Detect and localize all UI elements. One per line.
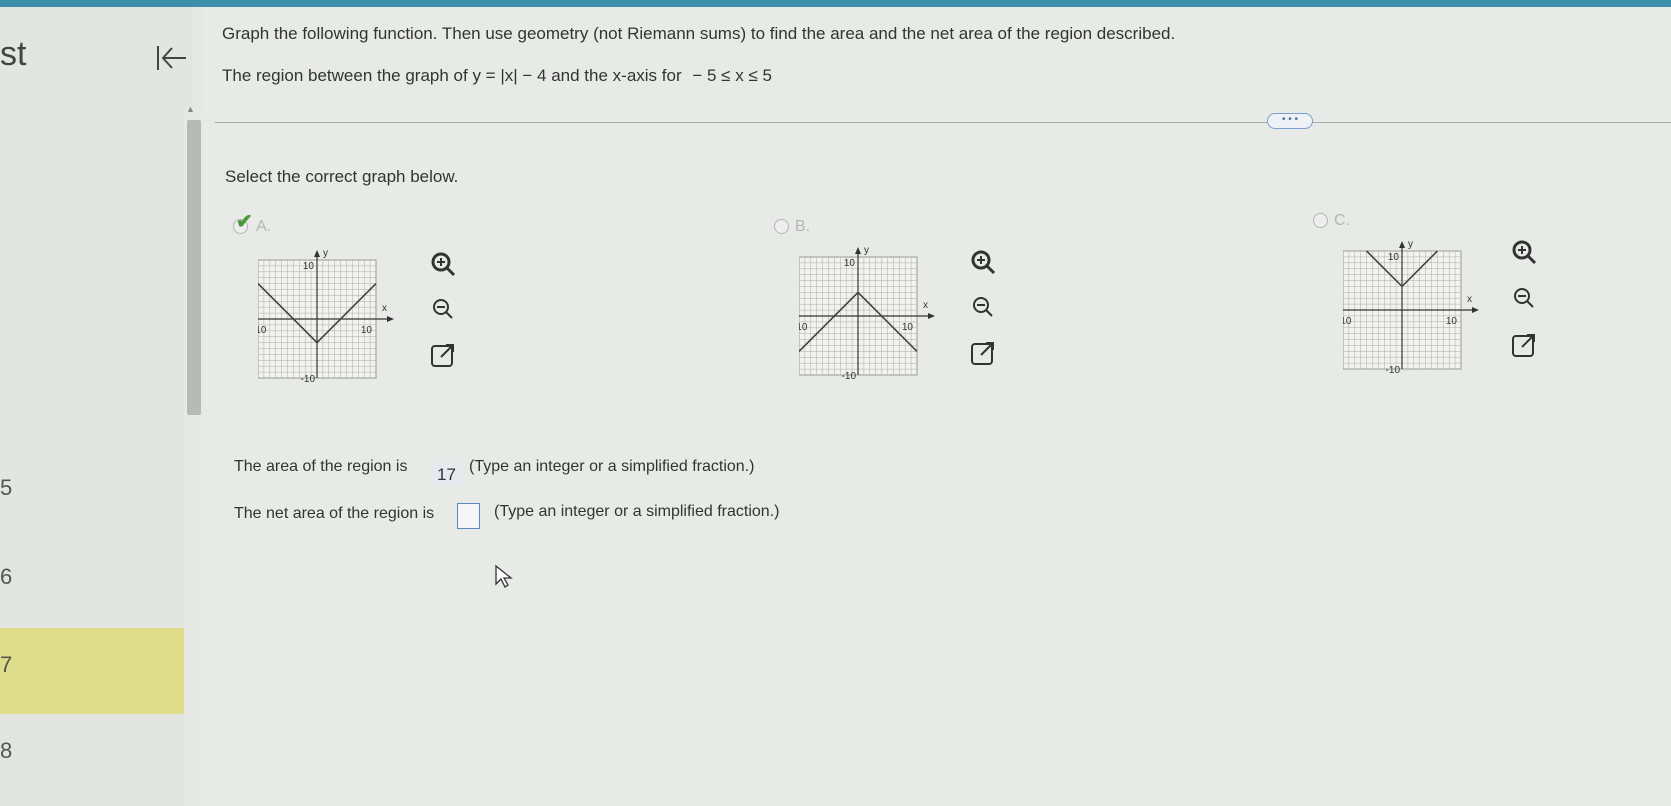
question-number-7[interactable]: 7 [0,652,12,678]
question-number-8[interactable]: 8 [0,738,12,764]
y-axis-label: y [864,247,869,256]
option-c-label[interactable]: C. [1334,212,1350,230]
top-accent-bar [0,0,1671,7]
graph-option-b[interactable]: y x 10 -10 -10 10 [799,247,959,397]
selected-check-icon: ✔ [236,211,253,233]
more-options-button[interactable]: • • • [1267,113,1313,129]
net-area-hint: (Type an integer or a simplified fractio… [494,503,780,520]
area-prefix: The area of the region is [234,458,408,475]
zoom-in-icon[interactable] [428,250,458,280]
select-prompt: Select the correct graph below. [225,167,459,186]
net-area-input[interactable] [457,503,480,529]
question-number-5[interactable]: 5 [0,475,12,501]
y-axis-arrow [314,250,320,257]
mouse-pointer-icon [494,564,516,595]
x-axis-arrow [928,313,935,319]
y-tick-bottom: -10 [301,374,316,385]
x-tick-left: -10 [258,325,267,336]
graph-option-a[interactable]: y x 10 -10 -10 10 [258,250,418,400]
region-description: The region between the graph of y = |x| … [222,66,772,86]
x-axis-label: x [382,303,387,314]
area-hint: (Type an integer or a simplified fractio… [469,458,755,475]
section-divider [215,122,1671,123]
option-a-label[interactable]: A. [256,218,271,236]
question-instruction: Graph the following function. Then use g… [222,24,1176,43]
open-external-icon[interactable] [1509,330,1539,360]
y-tick-top: 10 [844,258,856,269]
open-external-icon[interactable] [428,340,458,370]
y-axis-arrow [1399,241,1405,248]
zoom-out-icon[interactable] [1509,284,1539,314]
question-list-panel: st 5 6 7 8 [0,7,192,806]
x-tick-left: -10 [799,322,808,333]
y-tick-top: 10 [303,261,315,272]
x-tick-left: -10 [1343,316,1352,327]
y-axis-label: y [1408,241,1413,250]
zoom-in-icon[interactable] [968,248,998,278]
scroll-up-arrow-icon[interactable]: ▲ [186,104,195,114]
question-number-6[interactable]: 6 [0,564,12,590]
y-tick-bottom: -10 [842,371,857,382]
option-b-label[interactable]: B. [795,218,810,236]
x-axis-arrow [387,316,394,322]
x-axis-label: x [1467,294,1472,305]
net-area-prefix: The net area of the region is [234,505,435,522]
question-pane [203,7,1671,806]
x-tick-right: 10 [1446,316,1458,327]
y-tick-bottom: -10 [1386,365,1401,376]
radio-option-c[interactable] [1313,213,1328,228]
open-external-icon[interactable] [968,338,998,368]
scrollbar-thumb[interactable] [187,120,201,415]
x-axis-arrow [1472,307,1479,313]
zoom-in-icon[interactable] [1509,238,1539,268]
y-tick-top: 10 [1388,252,1400,263]
radio-option-b[interactable] [774,219,789,234]
x-axis-label: x [923,300,928,311]
collapse-panel-icon[interactable] [155,43,189,78]
zoom-out-icon[interactable] [968,293,998,323]
x-tick-right: 10 [902,322,914,333]
zoom-out-icon[interactable] [428,295,458,325]
region-prefix: The region between the graph of y = |x| … [222,66,682,85]
y-axis-label: y [323,250,328,259]
current-question-highlight[interactable] [0,628,192,714]
graph-option-c[interactable]: y x 10 -10 -10 10 [1343,241,1503,391]
panel-heading: st [0,35,27,73]
region-bounds: − 5 ≤ x ≤ 5 [692,66,772,85]
y-axis-arrow [855,247,861,254]
area-answer-box[interactable]: 17 [432,463,461,486]
x-tick-right: 10 [361,325,373,336]
